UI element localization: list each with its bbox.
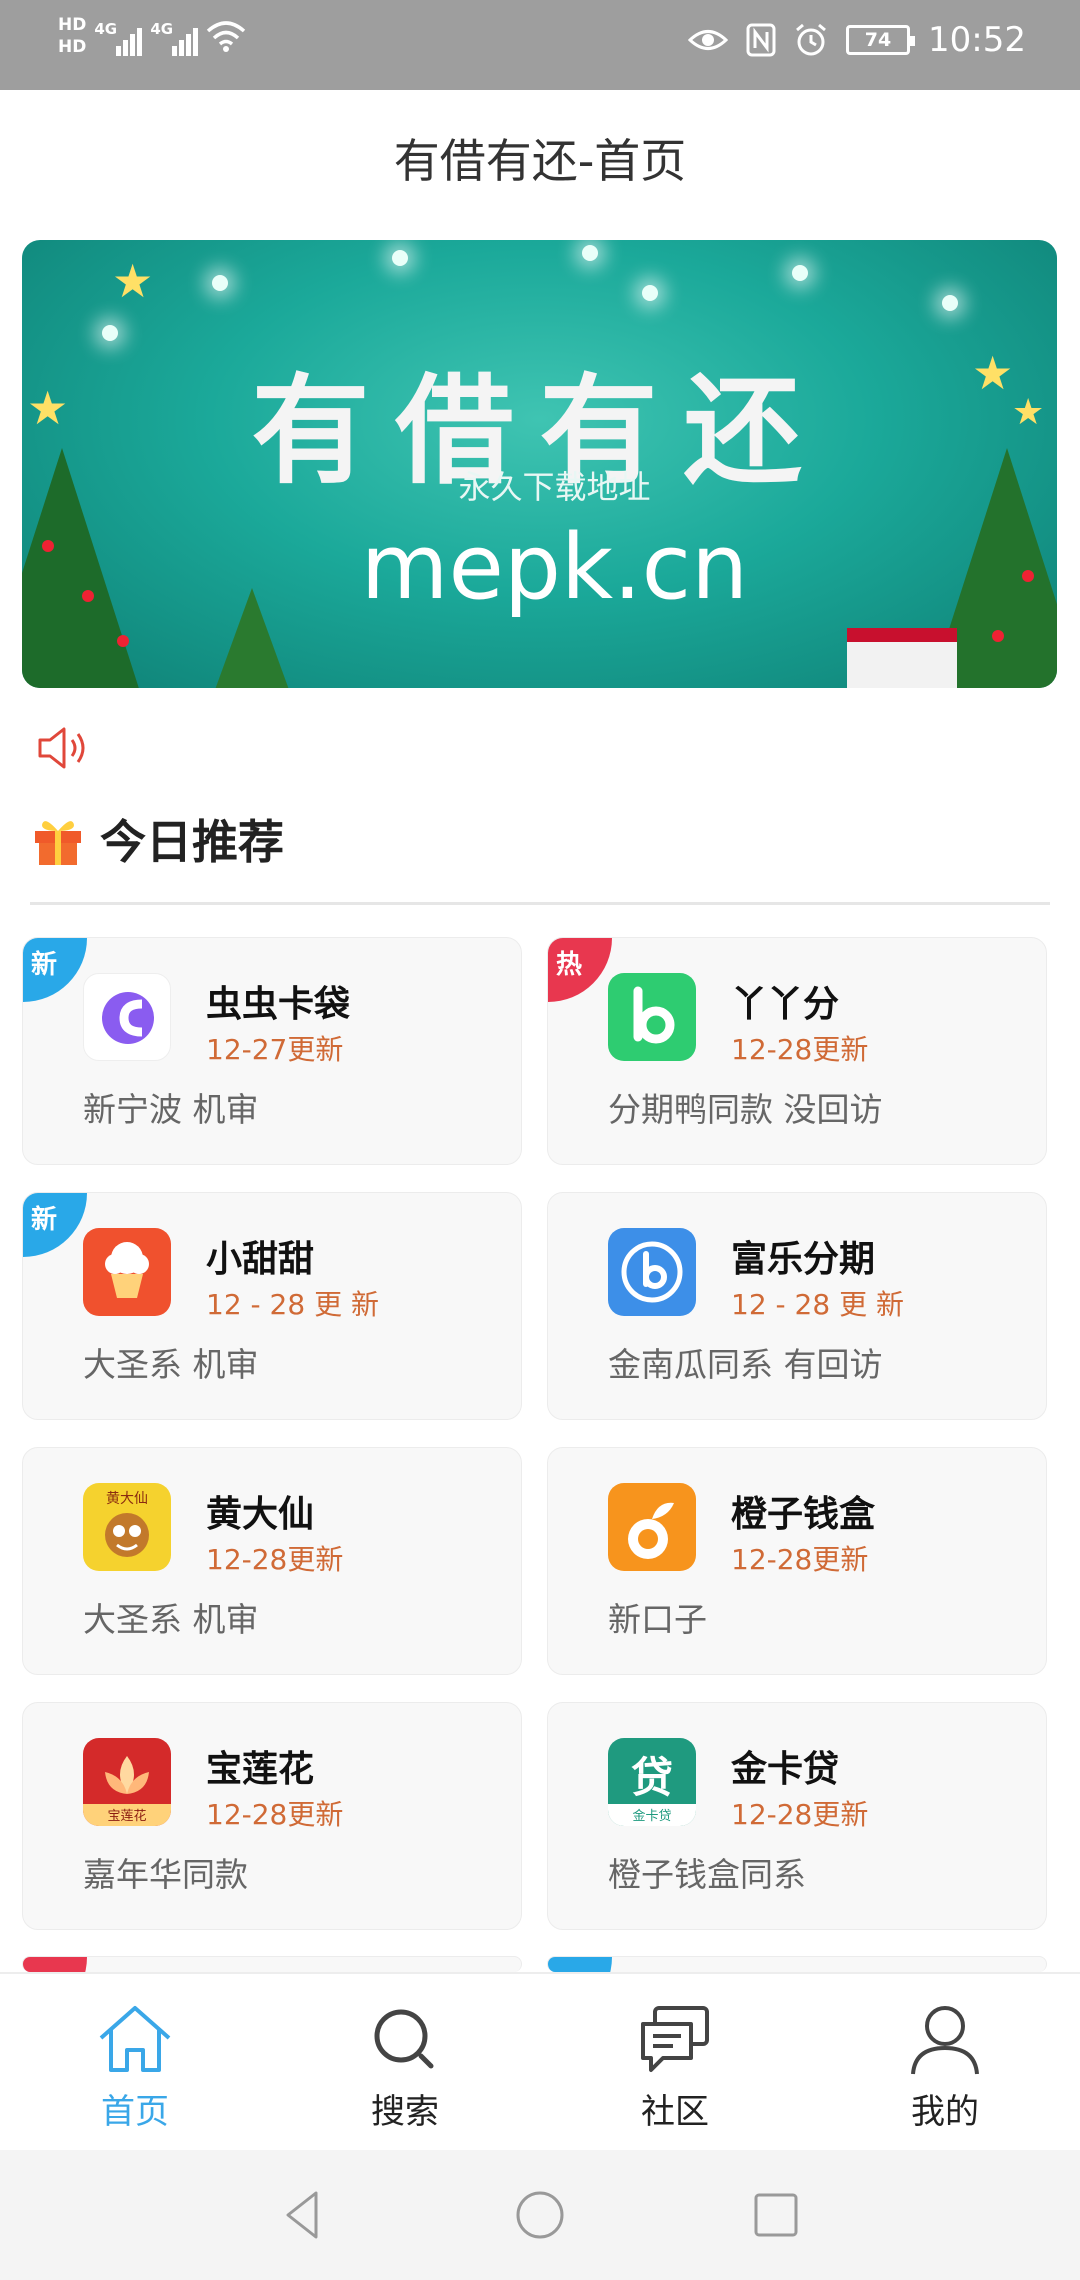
app-card-baolianhua[interactable]: 宝莲花 宝莲花 12-28更新 嘉年华同款: [22, 1702, 522, 1930]
recents-icon[interactable]: [748, 2187, 804, 2243]
home-icon: [99, 2006, 171, 2072]
app-name: 金卡贷: [731, 1749, 840, 1790]
banner-url: mepk.cn: [360, 515, 749, 620]
app-card-yayafen[interactable]: 热 丫丫分 12-28更新 分期鸭同款 没回访: [547, 937, 1047, 1165]
update-date: 12-28更新: [731, 1798, 869, 1831]
nav-community-label: 社区: [641, 2092, 709, 2132]
jinkadai-app-icon: 贷 金卡贷: [608, 1738, 696, 1826]
page-title: 有借有还-首页: [393, 134, 687, 188]
section-divider: [30, 902, 1050, 905]
nfc-icon: [746, 23, 776, 57]
bottom-nav: 首页 搜索 社区 我的: [0, 1972, 1080, 2150]
new-badge: [548, 1957, 612, 1972]
fule-app-icon: [608, 1228, 696, 1316]
update-date: 12-27更新: [206, 1033, 344, 1066]
app-name: 宝莲花: [206, 1749, 315, 1790]
update-date: 12 - 28 更 新: [206, 1288, 379, 1321]
app-description: 大圣系 机审: [83, 1345, 259, 1384]
app-card-chongchong[interactable]: 新 虫虫卡袋 12-27更新 新宁波 机审: [22, 937, 522, 1165]
app-description: 橙子钱盒同系: [608, 1855, 806, 1894]
app-name: 黄大仙: [206, 1494, 315, 1535]
eye-icon: [688, 30, 729, 50]
new-badge: 新: [23, 938, 87, 1002]
update-date: 12-28更新: [206, 1543, 344, 1576]
app-card-partial[interactable]: [22, 1956, 522, 1972]
promo-banner[interactable]: ★ ★ ★ ★ ★ 有借有还 永久下载地址 mepk.cn: [22, 240, 1057, 688]
chat-icon: [641, 2006, 709, 2072]
nav-community[interactable]: 社区: [540, 1974, 810, 2150]
speaker-icon[interactable]: [36, 725, 88, 771]
hot-badge: [23, 1957, 87, 1972]
person-icon: [911, 2006, 979, 2075]
search-icon: [374, 2009, 434, 2069]
hd-label-2: HD: [58, 37, 87, 57]
back-icon[interactable]: [276, 2187, 332, 2243]
alarm-icon: [796, 23, 826, 56]
status-bar: HD HD 4G 4G 74 10:52: [0, 0, 1080, 90]
gift-box-decoration: [847, 628, 957, 688]
yayafen-app-icon: [608, 973, 696, 1061]
status-right: 74 10:52: [688, 20, 1026, 60]
app-description: 分期鸭同款 没回访: [608, 1090, 883, 1129]
app-description: 大圣系 机审: [83, 1600, 259, 1639]
clock: 10:52: [928, 20, 1026, 60]
app-card-huangdaxian[interactable]: 黄大仙 黄大仙 12-28更新 大圣系 机审: [22, 1447, 522, 1675]
update-date: 12-28更新: [731, 1543, 869, 1576]
icon-subtext: 金卡贷: [632, 1808, 671, 1824]
section-title: 今日推荐: [100, 815, 284, 869]
network-type-1: 4G: [94, 20, 118, 38]
gift-icon: [35, 821, 81, 865]
nav-search-label: 搜索: [371, 2092, 439, 2132]
app-card-fule[interactable]: 富乐分期 12 - 28 更 新 金南瓜同系 有回访: [547, 1192, 1047, 1420]
app-name: 虫虫卡袋: [206, 984, 351, 1025]
nav-home[interactable]: 首页: [0, 1974, 270, 2150]
app-card-xiaotiantian[interactable]: 新 小甜甜 12 - 28 更 新 大圣系 机审: [22, 1192, 522, 1420]
app-name: 丫丫分: [731, 984, 840, 1025]
network-type-2: 4G: [150, 20, 174, 38]
nav-profile[interactable]: 我的: [810, 1974, 1080, 2150]
update-date: 12-28更新: [206, 1798, 344, 1831]
banner-subtitle: 永久下载地址: [458, 468, 651, 506]
wifi-icon: [207, 21, 246, 52]
app-description: 新口子: [608, 1600, 707, 1639]
new-badge: 新: [23, 1193, 87, 1257]
signal-icon-1: 4G: [94, 16, 143, 56]
icon-text: 宝莲花: [107, 1808, 146, 1824]
nav-profile-label: 我的: [911, 2092, 979, 2132]
app-description: 金南瓜同系 有回访: [608, 1345, 883, 1384]
chengzi-app-icon: [608, 1483, 696, 1571]
app-name: 小甜甜: [206, 1239, 315, 1280]
app-card-chengzi[interactable]: 橙子钱盒 12-28更新 新口子: [547, 1447, 1047, 1675]
hd-label-1: HD: [58, 15, 87, 35]
icon-text: 黄大仙: [106, 1490, 148, 1507]
chongchong-app-icon: [83, 973, 171, 1061]
app-description: 新宁波 机审: [83, 1090, 259, 1129]
nav-search[interactable]: 搜索: [270, 1974, 540, 2150]
system-nav-bar: [0, 2150, 1080, 2280]
baolianhua-app-icon: 宝莲花: [83, 1738, 171, 1826]
star-decoration: ★: [112, 254, 154, 308]
icon-text: 贷: [631, 1753, 673, 1802]
update-date: 12 - 28 更 新: [731, 1288, 904, 1321]
app-name: 富乐分期: [731, 1239, 876, 1280]
hd-indicator: HD HD: [58, 14, 86, 58]
nav-home-label: 首页: [101, 2092, 169, 2132]
battery-level: 74: [864, 29, 892, 51]
app-card-jinkadai[interactable]: 贷 金卡贷 金卡贷 12-28更新 橙子钱盒同系: [547, 1702, 1047, 1930]
xiaotiantian-app-icon: [83, 1228, 171, 1316]
app-card-partial[interactable]: [547, 1956, 1047, 1972]
huangdaxian-app-icon: 黄大仙: [83, 1483, 171, 1571]
hot-badge: 热: [548, 938, 612, 1002]
battery-icon: 74: [846, 25, 916, 55]
app-description: 嘉年华同款: [83, 1855, 248, 1894]
section-header: 今日推荐: [30, 806, 284, 872]
update-date: 12-28更新: [731, 1033, 869, 1066]
home-circle-icon[interactable]: [512, 2187, 568, 2243]
app-name: 橙子钱盒: [731, 1494, 876, 1535]
status-left: HD HD 4G 4G: [58, 14, 246, 58]
signal-icon-2: 4G: [150, 16, 199, 56]
